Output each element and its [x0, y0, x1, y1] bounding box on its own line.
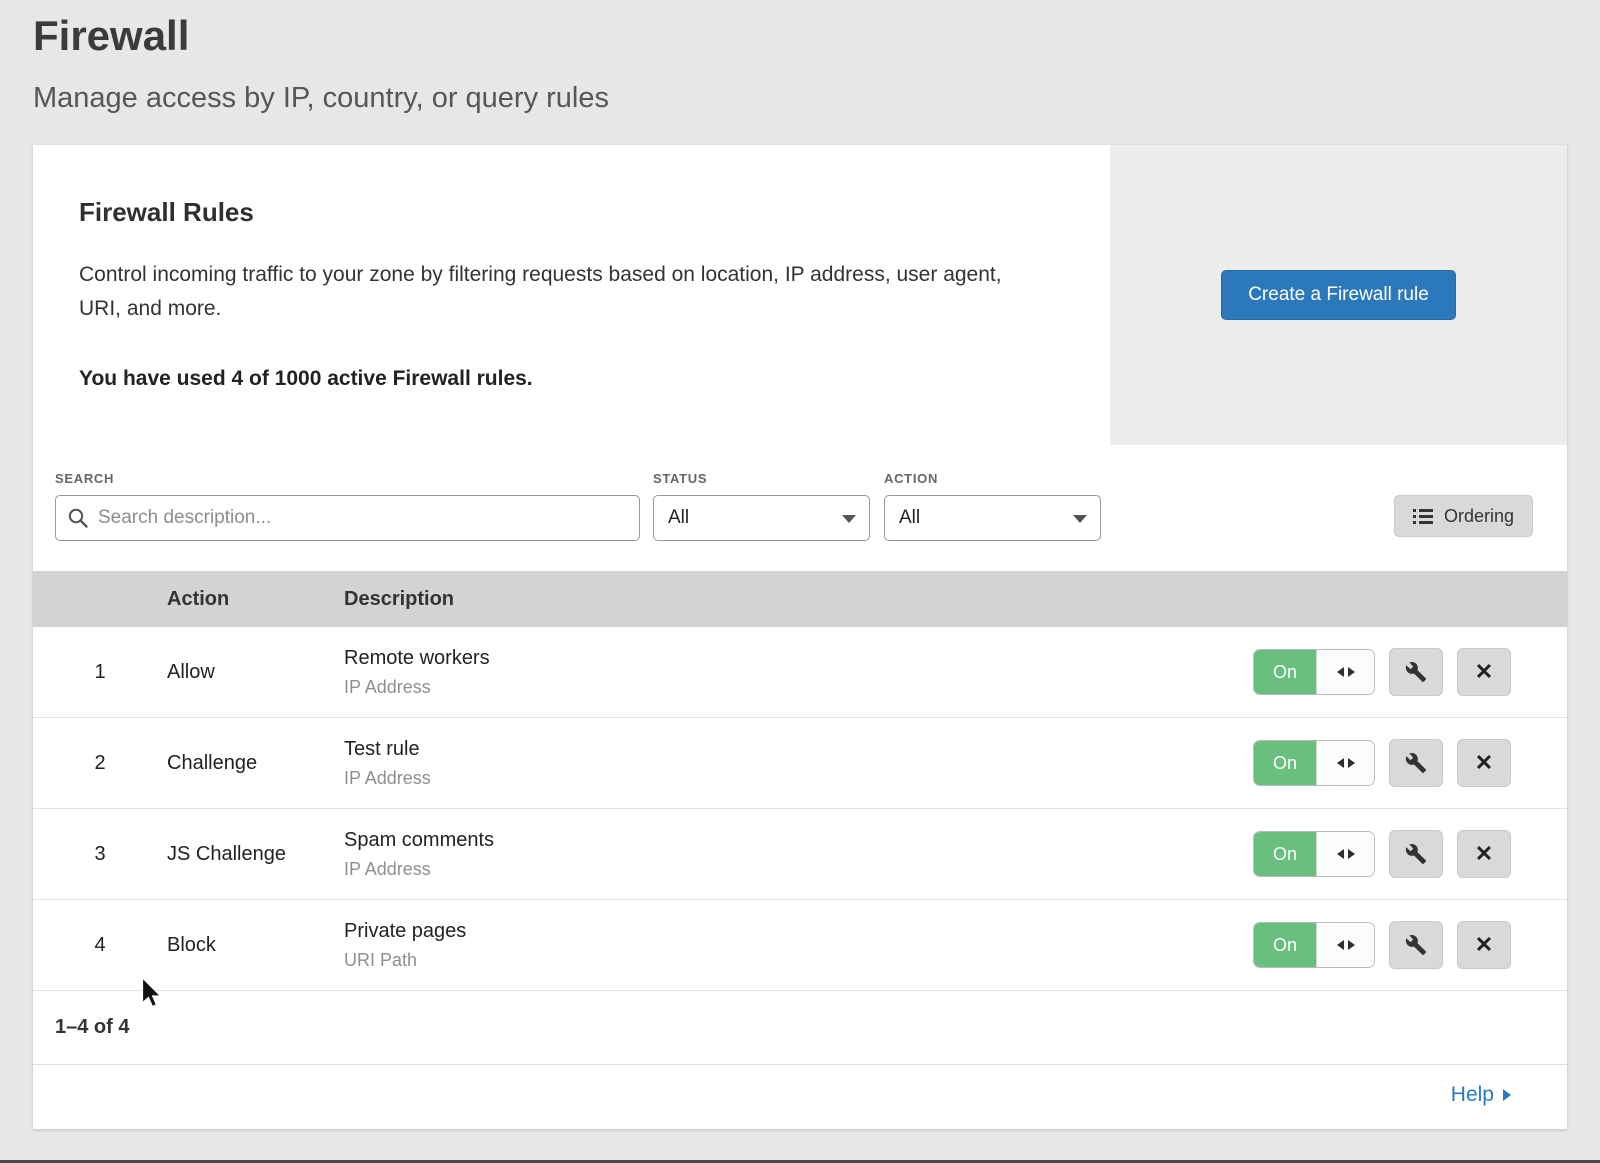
card-footer: Help	[33, 1065, 1567, 1129]
action-select[interactable]: All	[884, 495, 1101, 541]
toggle-on-label: On	[1254, 923, 1316, 967]
status-label: STATUS	[653, 471, 870, 486]
search-filter-group: SEARCH	[55, 471, 640, 541]
close-icon: ✕	[1475, 843, 1493, 865]
rule-priority: 1	[33, 661, 167, 684]
table-row: 3 JS Challenge Spam comments IP Address …	[33, 809, 1567, 900]
close-icon: ✕	[1475, 661, 1493, 683]
filters-bar: SEARCH STATUS All ACTION All	[33, 445, 1567, 571]
edit-rule-button[interactable]	[1389, 648, 1443, 696]
rule-controls: On ✕	[1253, 830, 1567, 878]
toggle-arrows-icon	[1316, 832, 1374, 876]
page-subtitle: Manage access by IP, country, or query r…	[33, 82, 1567, 115]
edit-rule-button[interactable]	[1389, 739, 1443, 787]
rule-priority: 3	[33, 843, 167, 866]
status-filter-group: STATUS All	[653, 471, 870, 541]
wrench-icon	[1405, 661, 1427, 683]
rule-priority: 2	[33, 752, 167, 775]
rule-enabled-toggle[interactable]: On	[1253, 831, 1375, 877]
wrench-icon	[1405, 934, 1427, 956]
toggle-arrows-icon	[1316, 741, 1374, 785]
help-link-label: Help	[1451, 1083, 1494, 1107]
wrench-icon	[1405, 843, 1427, 865]
action-label: ACTION	[884, 471, 1101, 486]
search-icon	[67, 507, 89, 529]
rule-match-type: IP Address	[344, 768, 1253, 789]
rule-description: Private pages URI Path	[344, 920, 1253, 971]
rule-description: Spam comments IP Address	[344, 829, 1253, 880]
rule-match-type: IP Address	[344, 859, 1253, 880]
rule-controls: On ✕	[1253, 921, 1567, 969]
firewall-card: Firewall Rules Control incoming traffic …	[33, 145, 1567, 1129]
search-input[interactable]	[55, 495, 640, 541]
column-action-header: Action	[167, 588, 344, 611]
ordering-button[interactable]: Ordering	[1394, 495, 1533, 537]
pagination: 1–4 of 4	[33, 991, 1567, 1065]
page-header: Firewall Manage access by IP, country, o…	[0, 0, 1600, 115]
search-input-wrap	[55, 495, 640, 541]
column-description-header: Description	[344, 588, 1567, 611]
create-firewall-rule-button[interactable]: Create a Firewall rule	[1221, 270, 1456, 320]
table-header: Action Description	[33, 571, 1567, 627]
help-link[interactable]: Help	[1451, 1083, 1511, 1107]
search-label: SEARCH	[55, 471, 640, 486]
chevron-down-icon	[842, 515, 856, 523]
toggle-on-label: On	[1254, 650, 1316, 694]
edit-rule-button[interactable]	[1389, 921, 1443, 969]
delete-rule-button[interactable]: ✕	[1457, 648, 1511, 696]
rule-title: Test rule	[344, 738, 1253, 761]
rule-controls: On ✕	[1253, 648, 1567, 696]
toggle-arrows-icon	[1316, 923, 1374, 967]
edit-rule-button[interactable]	[1389, 830, 1443, 878]
delete-rule-button[interactable]: ✕	[1457, 921, 1511, 969]
action-filter-group: ACTION All	[884, 471, 1101, 541]
table-row: 1 Allow Remote workers IP Address On ✕	[33, 627, 1567, 718]
create-rule-panel: Create a Firewall rule	[1110, 145, 1567, 445]
rule-action: JS Challenge	[167, 843, 344, 866]
rule-priority: 4	[33, 934, 167, 957]
firewall-rules-usage: You have used 4 of 1000 active Firewall …	[79, 367, 1062, 391]
page-title: Firewall	[33, 12, 1567, 60]
rule-enabled-toggle[interactable]: On	[1253, 740, 1375, 786]
firewall-rules-description: Control incoming traffic to your zone by…	[79, 258, 1029, 325]
rule-action: Challenge	[167, 752, 344, 775]
rule-action: Block	[167, 934, 344, 957]
rule-description: Test rule IP Address	[344, 738, 1253, 789]
toggle-arrows-icon	[1316, 650, 1374, 694]
rule-description: Remote workers IP Address	[344, 647, 1253, 698]
toggle-on-label: On	[1254, 832, 1316, 876]
status-select-value: All	[668, 507, 689, 529]
chevron-down-icon	[1073, 515, 1087, 523]
rule-action: Allow	[167, 661, 344, 684]
delete-rule-button[interactable]: ✕	[1457, 739, 1511, 787]
toggle-on-label: On	[1254, 741, 1316, 785]
rule-enabled-toggle[interactable]: On	[1253, 922, 1375, 968]
rule-match-type: IP Address	[344, 677, 1253, 698]
wrench-icon	[1405, 752, 1427, 774]
chevron-right-icon	[1503, 1089, 1511, 1101]
status-select[interactable]: All	[653, 495, 870, 541]
rule-title: Private pages	[344, 920, 1253, 943]
rule-title: Spam comments	[344, 829, 1253, 852]
firewall-rules-section: Firewall Rules Control incoming traffic …	[33, 145, 1567, 445]
firewall-rules-info: Firewall Rules Control incoming traffic …	[33, 145, 1110, 445]
ordering-button-label: Ordering	[1444, 506, 1514, 527]
rule-match-type: URI Path	[344, 950, 1253, 971]
rule-controls: On ✕	[1253, 739, 1567, 787]
delete-rule-button[interactable]: ✕	[1457, 830, 1511, 878]
rule-enabled-toggle[interactable]: On	[1253, 649, 1375, 695]
action-select-value: All	[899, 507, 920, 529]
close-icon: ✕	[1475, 752, 1493, 774]
ordered-list-icon	[1413, 508, 1433, 525]
close-icon: ✕	[1475, 934, 1493, 956]
table-row: 4 Block Private pages URI Path On ✕	[33, 900, 1567, 991]
table-row: 2 Challenge Test rule IP Address On ✕	[33, 718, 1567, 809]
firewall-rules-title: Firewall Rules	[79, 197, 1062, 228]
rule-title: Remote workers	[344, 647, 1253, 670]
